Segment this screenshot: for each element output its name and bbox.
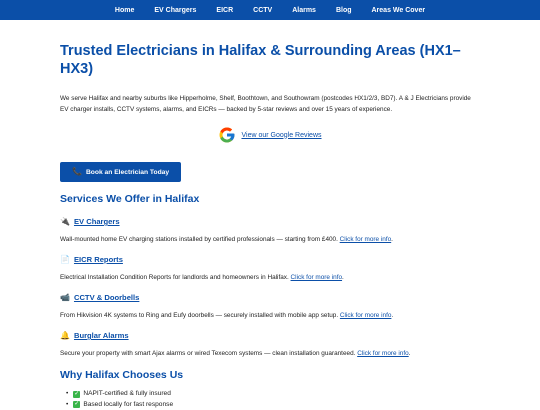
google-icon [218, 126, 236, 144]
cctv-desc: From Hikvision 4K systems to Ring and Eu… [60, 312, 338, 319]
ev-chargers-link[interactable]: EV Chargers [74, 217, 120, 226]
list-item: ✓NAPIT-certified & fully insured [66, 389, 480, 400]
service-eicr: 📄 EICR Reports Electrical Installation Co… [60, 255, 480, 281]
camera-icon: 📹 [60, 294, 70, 302]
cctv-doorbells-link[interactable]: CCTV & Doorbells [74, 293, 139, 302]
main-content: Trusted Electricians in Halifax & Surrou… [0, 42, 540, 410]
book-button-label: Book an Electrician Today [86, 169, 169, 176]
service-alarms: 🔔 Burglar Alarms Secure your property wit… [60, 331, 480, 357]
intro-text: We serve Halifax and nearby suburbs like… [60, 94, 480, 115]
why-heading: Why Halifax Chooses Us [60, 369, 480, 381]
eicr-reports-link[interactable]: EICR Reports [74, 255, 123, 264]
eicr-desc: Electrical Installation Condition Report… [60, 274, 289, 281]
service-cctv: 📹 CCTV & Doorbells From Hikvision 4K syst… [60, 293, 480, 319]
eicr-more-info-link[interactable]: Click for more info [291, 274, 343, 281]
services-heading: Services We Offer in Halifax [60, 193, 480, 205]
alarms-desc: Secure your property with smart Ajax ala… [60, 350, 355, 357]
why-list: ✓NAPIT-certified & fully insured ✓Based … [60, 389, 480, 410]
plug-icon: 🔌 [60, 218, 70, 226]
nav-blog[interactable]: Blog [336, 7, 352, 14]
check-icon: ✓ [73, 391, 80, 398]
alarms-more-info-link[interactable]: Click for more info [357, 350, 409, 357]
nav-alarms[interactable]: Alarms [292, 7, 316, 14]
ev-more-info-link[interactable]: Click for more info [340, 236, 392, 243]
nav-cctv[interactable]: CCTV [253, 7, 272, 14]
nav-home[interactable]: Home [115, 7, 134, 14]
document-icon: 📄 [60, 256, 70, 264]
nav-ev-chargers[interactable]: EV Chargers [154, 7, 196, 14]
top-nav: Home EV Chargers EICR CCTV Alarms Blog A… [0, 0, 540, 20]
book-electrician-button[interactable]: 📞 Book an Electrician Today [60, 162, 181, 182]
cctv-more-info-link[interactable]: Click for more info [340, 312, 392, 319]
google-reviews: View our Google Reviews [60, 125, 480, 145]
google-reviews-link[interactable]: View our Google Reviews [241, 132, 321, 139]
service-ev: 🔌 EV Chargers Wall-mounted home EV chargi… [60, 217, 480, 243]
ev-chargers-desc: Wall-mounted home EV charging stations i… [60, 236, 338, 243]
bell-icon: 🔔 [60, 332, 70, 340]
nav-eicr[interactable]: EICR [216, 7, 233, 14]
nav-areas[interactable]: Areas We Cover [372, 7, 426, 14]
phone-icon: 📞 [72, 168, 82, 176]
burglar-alarms-link[interactable]: Burglar Alarms [74, 331, 129, 340]
page-title: Trusted Electricians in Halifax & Surrou… [60, 42, 480, 78]
